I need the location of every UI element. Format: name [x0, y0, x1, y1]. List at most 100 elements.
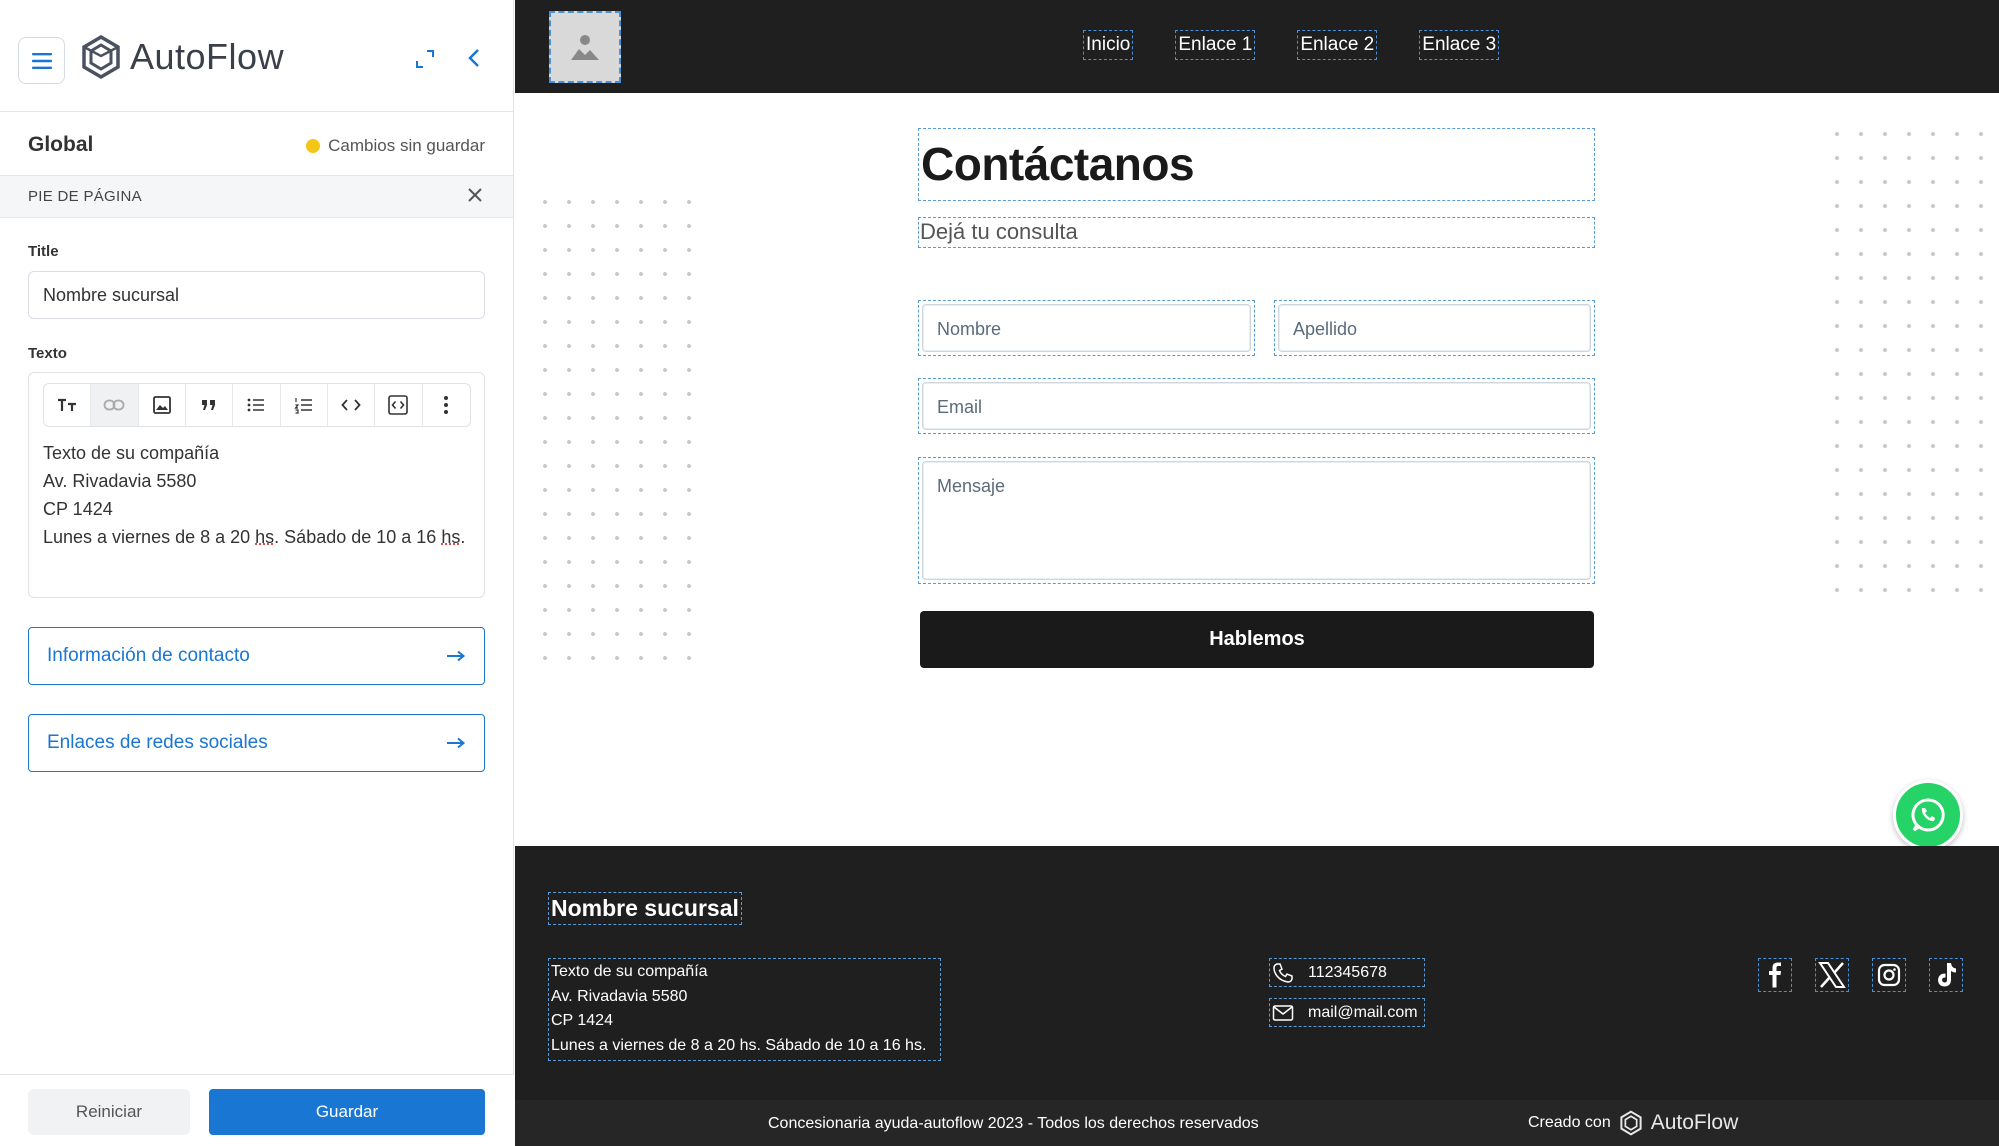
site-preview: Inicio Enlace 1 Enlace 2 Enlace 3 Contác… [515, 0, 1999, 1146]
collapse-sidebar-button[interactable] [466, 47, 482, 74]
editor-line: Lunes a viernes de 8 a 20 hs. Sábado de … [43, 527, 466, 547]
social-links-button[interactable]: Enlaces de redes sociales [28, 714, 485, 772]
title-input[interactable]: Nombre sucursal [28, 271, 485, 319]
submit-button[interactable]: Hablemos [920, 611, 1594, 668]
more-options-button[interactable] [423, 384, 470, 426]
site-navbar: Inicio Enlace 1 Enlace 2 Enlace 3 [515, 0, 1999, 93]
phone-number: 112345678 [1308, 963, 1387, 981]
autoflow-logo: AutoFlow [80, 34, 284, 80]
chevron-left-icon [468, 49, 479, 67]
contact-subtitle: Dejá tu consulta [918, 217, 1595, 248]
nav-link-enlace-2[interactable]: Enlace 2 [1297, 30, 1378, 60]
tiktok-icon [1938, 963, 1956, 987]
message-textarea[interactable]: Mensaje [922, 461, 1591, 580]
save-button[interactable]: Guardar [209, 1089, 485, 1135]
title-label: Title [28, 243, 59, 260]
tiktok-link[interactable] [1929, 958, 1963, 992]
last-name-field: Apellido [1274, 300, 1595, 356]
decorative-dots-right [1825, 122, 1999, 602]
unsaved-label: Cambios sin guardar [328, 136, 485, 155]
arrow-right-icon [447, 737, 466, 749]
image-icon [152, 396, 171, 414]
code-block-button[interactable] [375, 384, 423, 426]
expand-button[interactable] [414, 48, 436, 75]
created-brand: AutoFlow [1650, 1111, 1739, 1134]
section-header: PIE DE PÁGINA [0, 176, 513, 218]
site-bottom-bar: Concesionaria ayuda-autoflow 2023 - Todo… [515, 1100, 1999, 1146]
nav-link-enlace-3[interactable]: Enlace 3 [1419, 30, 1500, 60]
image-placeholder-icon [571, 35, 599, 60]
nav-link-inicio[interactable]: Inicio [1083, 30, 1134, 60]
site-logo-placeholder[interactable] [549, 11, 621, 83]
contact-title: Contáctanos [918, 128, 1595, 201]
footer-title: Nombre sucursal [548, 892, 742, 925]
email-address: mail@mail.com [1308, 1003, 1418, 1021]
code-button[interactable] [328, 384, 376, 426]
contact-info-button[interactable]: Información de contacto [28, 627, 485, 685]
footer-phone[interactable]: 112345678 [1269, 958, 1425, 987]
nav-link-enlace-1[interactable]: Enlace 1 [1175, 30, 1256, 60]
quote-button[interactable] [186, 384, 234, 426]
numbered-list-icon [294, 398, 312, 414]
first-name-field: Nombre [918, 300, 1255, 356]
nav-links: Inicio Enlace 1 Enlace 2 Enlace 3 [1083, 30, 1500, 60]
code-block-icon [388, 395, 409, 415]
editor-sidebar: AutoFlow Global Cambios sin guardar PIE … [0, 0, 514, 1146]
close-section-button[interactable] [465, 185, 485, 210]
link-icon [104, 399, 125, 411]
unsaved-status: Cambios sin guardar [306, 136, 485, 156]
bullet-list-button[interactable] [233, 384, 281, 426]
editor-content[interactable]: Texto de su compañía Av. Rivadavia 5580 … [43, 439, 473, 551]
email-field: Email [918, 378, 1595, 434]
section-title: PIE DE PÁGINA [28, 188, 142, 205]
expand-icon [416, 50, 434, 68]
first-name-input[interactable]: Nombre [922, 304, 1251, 352]
rich-text-editor[interactable]: Texto de su compañía Av. Rivadavia 5580 … [28, 372, 485, 598]
x-link[interactable] [1815, 958, 1849, 992]
decorative-dots-left [533, 190, 711, 670]
global-bar: Global Cambios sin guardar [0, 112, 513, 176]
menu-button[interactable] [18, 37, 65, 84]
sidebar-footer: Reiniciar Guardar [0, 1074, 514, 1146]
editor-toolbar [43, 383, 471, 427]
x-icon [1818, 962, 1846, 988]
hamburger-icon [31, 52, 52, 69]
message-field: Mensaje [918, 457, 1595, 584]
email-input[interactable]: Email [922, 382, 1591, 430]
reset-button[interactable]: Reiniciar [28, 1089, 190, 1135]
editor-line: Av. Rivadavia 5580 [43, 471, 197, 491]
whatsapp-button[interactable] [1893, 780, 1963, 850]
created-with: Creado con AutoFlow [1528, 1110, 1738, 1136]
text-size-icon [58, 398, 77, 411]
footer-email[interactable]: mail@mail.com [1269, 998, 1425, 1027]
footer-line: Av. Rivadavia 5580 [551, 987, 688, 1005]
close-icon [468, 188, 482, 202]
editor-line: Texto de su compañía [43, 443, 220, 463]
link-button[interactable] [91, 384, 139, 426]
bullet-list-icon [248, 398, 265, 412]
last-name-input[interactable]: Apellido [1278, 304, 1591, 352]
whatsapp-icon [1911, 798, 1945, 832]
instagram-icon [1877, 963, 1901, 987]
social-links [1758, 958, 1963, 992]
phone-icon [1273, 962, 1293, 983]
footer-line: Lunes a viernes de 8 a 20 hs. Sábado de … [551, 1036, 927, 1054]
text-size-button[interactable] [44, 384, 92, 426]
footer-line: CP 1424 [551, 1012, 613, 1029]
created-with-label: Creado con [1528, 1114, 1611, 1131]
numbered-list-button[interactable] [281, 384, 328, 426]
code-icon [341, 399, 361, 411]
quote-icon [202, 400, 216, 410]
arrow-right-icon [447, 650, 466, 662]
mail-icon [1272, 1004, 1294, 1021]
more-vertical-icon [444, 396, 449, 414]
editor-line: CP 1424 [43, 499, 113, 519]
global-title: Global [28, 133, 94, 156]
app-name: AutoFlow [130, 36, 285, 77]
autoflow-logo-icon [1620, 1110, 1642, 1136]
autoflow-logo-icon [82, 34, 120, 80]
facebook-link[interactable] [1758, 958, 1792, 992]
image-button[interactable] [139, 384, 186, 426]
instagram-link[interactable] [1872, 958, 1906, 992]
contact-info-label: Información de contacto [47, 645, 250, 666]
